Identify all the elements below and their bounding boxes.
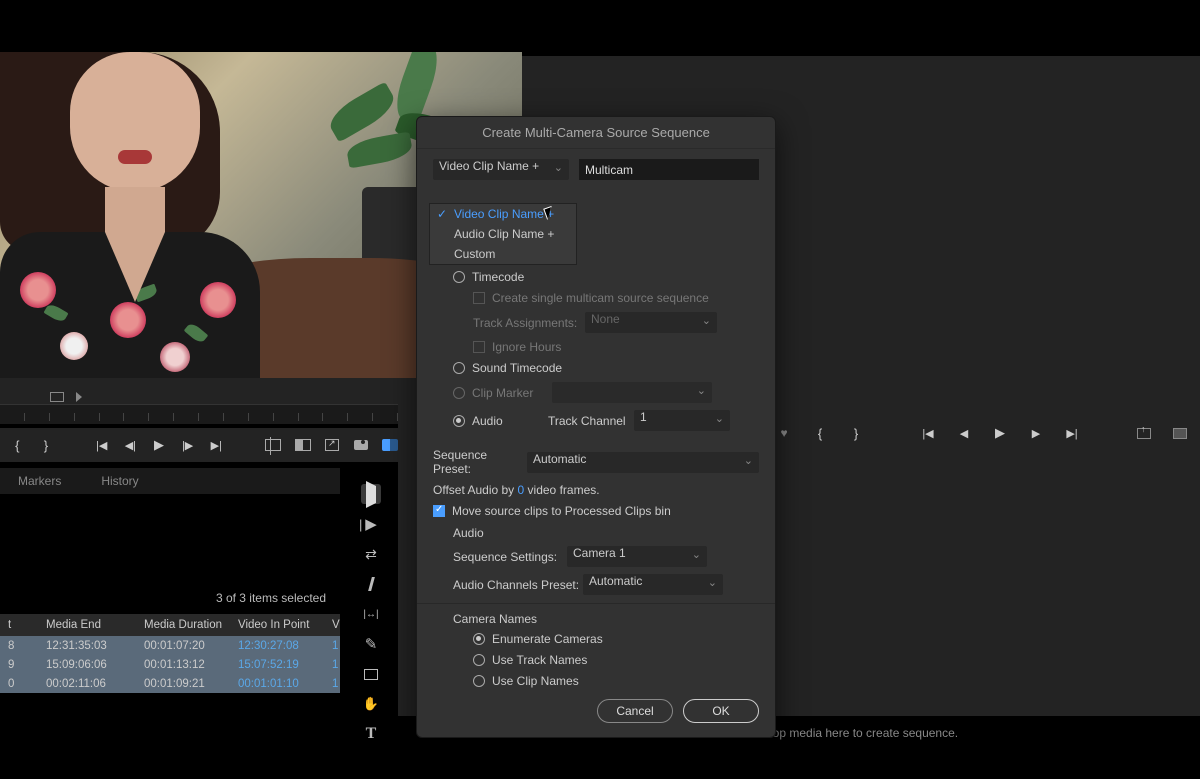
play-icon[interactable] (990, 423, 1010, 443)
hand-tool-icon[interactable] (361, 694, 381, 714)
sequence-settings-dropdown[interactable]: Camera 1 (567, 546, 707, 567)
mark-in-icon[interactable] (810, 423, 830, 443)
lower-panel-tabs: Markers History (0, 468, 340, 494)
ripple-edit-tool-icon[interactable] (361, 544, 381, 564)
table-row[interactable]: 000:02:11:0600:01:09:2100:01:01:101 (0, 674, 340, 693)
playback-res-icon[interactable] (76, 392, 82, 402)
tab-markers[interactable]: Markers (18, 474, 61, 488)
radio-timecode[interactable] (453, 271, 465, 283)
go-to-in-icon[interactable] (94, 435, 109, 455)
ok-button[interactable]: OK (683, 699, 759, 723)
slip-tool-icon[interactable] (361, 604, 381, 624)
camera-icon[interactable] (353, 435, 368, 455)
multicam-dialog: Create Multi-Camera Source Sequence Vide… (416, 116, 776, 738)
selection-count: 3 of 3 items selected (0, 591, 340, 605)
table-row[interactable]: 812:31:35:0300:01:07:2012:30:27:081 (0, 636, 340, 655)
cancel-button[interactable]: Cancel (597, 699, 673, 723)
mark-in-icon[interactable] (10, 435, 25, 455)
step-forward-icon[interactable] (180, 435, 195, 455)
selection-tool-icon[interactable] (361, 484, 381, 504)
source-transport-controls (0, 428, 398, 462)
step-back-icon[interactable] (123, 435, 138, 455)
go-to-out-icon[interactable] (209, 435, 224, 455)
safe-margins-icon[interactable] (50, 392, 64, 402)
go-to-out-icon[interactable] (1062, 423, 1082, 443)
menu-item-custom[interactable]: Custom (430, 244, 576, 264)
step-back-icon[interactable] (954, 423, 974, 443)
go-to-in-icon[interactable] (918, 423, 938, 443)
play-icon[interactable] (152, 435, 167, 455)
audio-section-label: Audio (433, 526, 759, 540)
check-create-single[interactable] (473, 292, 485, 304)
lift-icon[interactable] (1134, 423, 1154, 443)
project-media-table[interactable]: t Media End Media Duration Video In Poin… (0, 614, 340, 693)
check-ignore-hours[interactable] (473, 341, 485, 353)
razor-tool-icon[interactable] (361, 574, 381, 594)
audio-channels-preset-dropdown[interactable]: Automatic (583, 574, 723, 595)
program-transport-controls (774, 416, 1190, 450)
mark-out-icon[interactable] (846, 423, 866, 443)
clip-marker-dropdown (552, 382, 712, 403)
mark-out-icon[interactable] (39, 435, 54, 455)
comparison-view-icon[interactable] (382, 435, 398, 455)
cursor-icon (545, 207, 558, 225)
offset-audio-value[interactable]: 0 (518, 483, 525, 497)
table-row[interactable]: 915:09:06:0600:01:13:1215:07:52:191 (0, 655, 340, 674)
insert-icon[interactable] (265, 435, 281, 455)
type-tool-icon[interactable] (361, 724, 381, 744)
radio-audio[interactable] (453, 415, 465, 427)
radio-clip-marker[interactable] (453, 387, 465, 399)
add-marker-icon[interactable] (774, 423, 794, 443)
sequence-preset-dropdown[interactable]: Automatic (527, 452, 759, 473)
radio-sound-timecode[interactable] (453, 362, 465, 374)
radio-use-track-names[interactable] (473, 654, 485, 666)
menu-item-audio-clip-name[interactable]: Audio Clip Name + (430, 224, 576, 244)
step-forward-icon[interactable] (1026, 423, 1046, 443)
radio-use-clip-names[interactable] (473, 675, 485, 687)
tab-history[interactable]: History (101, 474, 138, 488)
track-assignments-dropdown: None (585, 312, 717, 333)
sequence-name-input[interactable] (579, 159, 759, 180)
radio-enumerate-cameras[interactable] (473, 633, 485, 645)
extract-icon[interactable] (1170, 423, 1190, 443)
time-ruler[interactable] (0, 404, 398, 424)
dialog-title: Create Multi-Camera Source Sequence (417, 117, 775, 149)
overwrite-icon[interactable] (295, 435, 311, 455)
timeline-drop-hint: Drop media here to create sequence. (760, 726, 958, 740)
check-move-source-clips[interactable] (433, 505, 445, 517)
pen-tool-icon[interactable] (361, 634, 381, 654)
track-select-tool-icon[interactable] (361, 514, 381, 534)
name-source-dropdown[interactable]: Video Clip Name + (433, 159, 569, 180)
rectangle-tool-icon[interactable] (361, 664, 381, 684)
track-channel-dropdown[interactable]: 1 (634, 410, 730, 431)
export-frame-icon[interactable] (325, 435, 340, 455)
tool-palette (354, 478, 388, 744)
camera-names-label: Camera Names (433, 612, 759, 626)
table-header: t Media End Media Duration Video In Poin… (0, 614, 340, 636)
